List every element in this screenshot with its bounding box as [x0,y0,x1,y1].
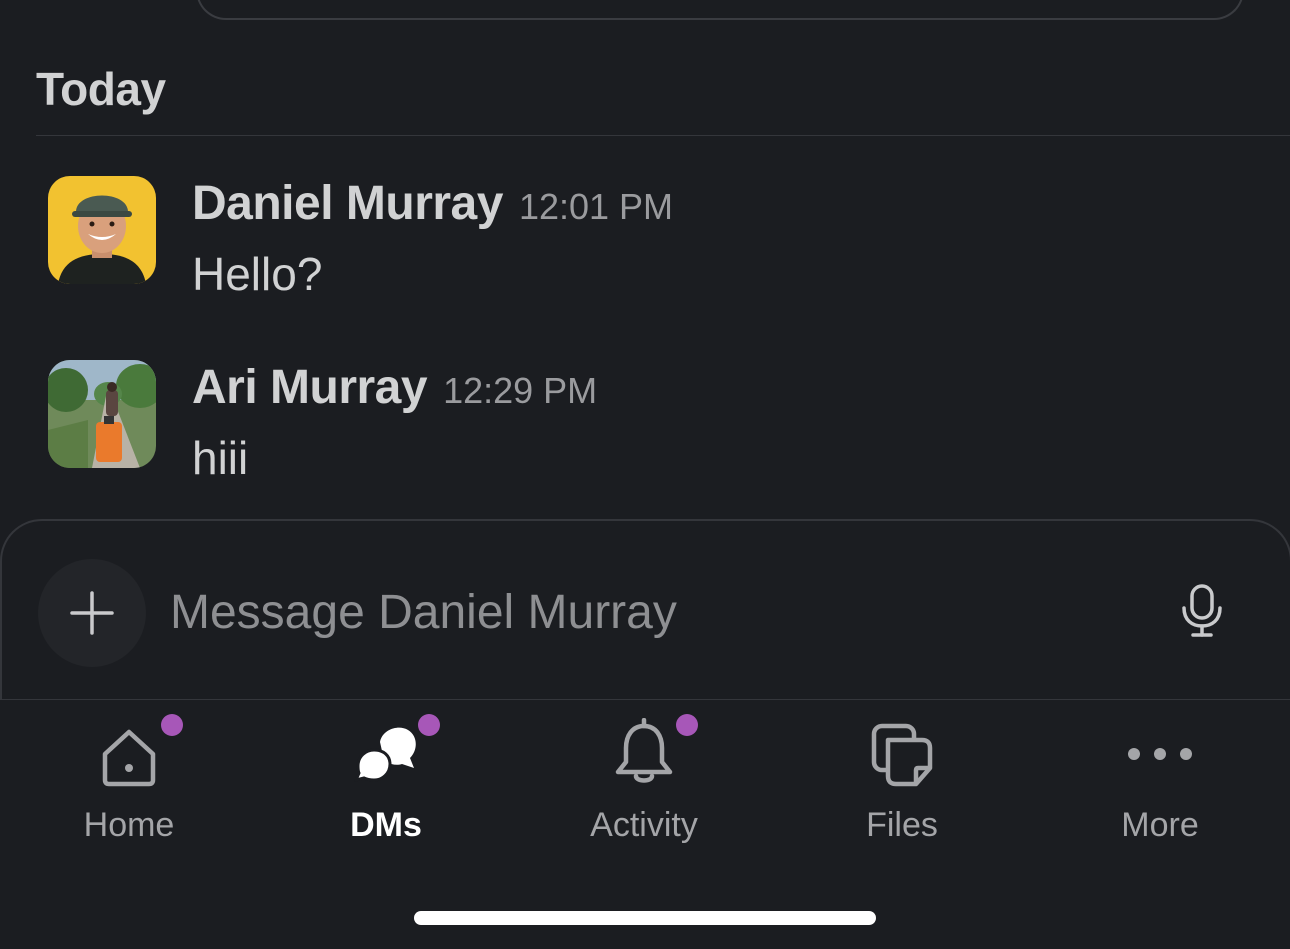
message-timestamp: 12:01 PM [518,186,674,227]
message-item[interactable]: Daniel Murray 12:01 PM Hello? [48,176,1248,300]
add-attachment-button[interactable] [38,559,146,667]
message-timestamp: 12:29 PM [443,370,598,411]
home-badge-dot [161,714,183,736]
avatar-daniel-murray[interactable] [48,176,156,284]
tab-label-activity: Activity [590,806,698,844]
microphone-button[interactable] [1174,583,1230,639]
message-header: Daniel Murray 12:01 PM [192,176,673,231]
day-header: Today [36,63,166,115]
tab-more[interactable]: More [1060,718,1260,848]
dms-icon [354,727,416,783]
tab-label-files: Files [866,806,938,844]
message-text: hiii [192,432,249,484]
message-input[interactable] [170,577,1130,647]
tab-label-more: More [1121,806,1199,844]
files-icon [871,723,933,787]
dms-badge-dot [418,714,440,736]
message-body: Ari Murray 12:29 PM hiii [192,360,597,485]
bottom-tab-bar: Home DMs Activity Files More [0,699,1290,949]
message-item[interactable]: Ari Murray 12:29 PM hiii [48,360,1248,484]
previous-content-edge [196,0,1244,20]
activity-badge-dot [676,714,698,736]
tab-label-home: Home [83,806,175,844]
home-icon [102,729,156,787]
author-name[interactable]: Daniel Murray [192,176,503,231]
tab-files[interactable]: Files [802,718,1002,848]
message-composer [0,519,1290,701]
message-body: Daniel Murray 12:01 PM Hello? [192,176,673,301]
home-indicator[interactable] [414,911,876,925]
message-text: Hello? [192,248,323,300]
tab-label-dms: DMs [350,806,422,844]
microphone-icon [1182,584,1222,637]
tab-dms[interactable]: DMs [286,714,486,848]
dm-conversation-screen: Today Daniel Murray 12:01 PM Hello? Ari … [0,0,1290,949]
author-name[interactable]: Ari Murray [192,360,428,415]
plus-icon [70,591,114,635]
bell-icon [615,718,673,783]
message-header: Ari Murray 12:29 PM [192,360,597,415]
avatar-ari-murray[interactable] [48,360,156,468]
more-icon [1128,748,1192,760]
day-divider [36,135,1290,136]
tab-home[interactable]: Home [29,714,229,848]
tab-activity[interactable]: Activity [544,714,744,848]
